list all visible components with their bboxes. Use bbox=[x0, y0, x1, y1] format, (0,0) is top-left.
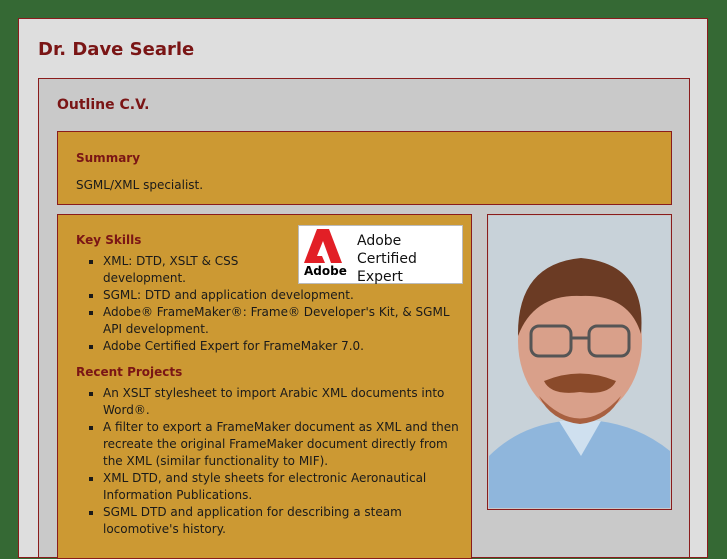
site-title: Dr. Dave Searle bbox=[38, 39, 195, 60]
outline-section: Outline C.V. Summary SGML/XML specialist… bbox=[38, 78, 690, 559]
skill-item: XML: DTD, XSLT & CSS development. bbox=[103, 253, 253, 287]
outline-title: Outline C.V. bbox=[57, 97, 150, 113]
project-item: SGML DTD and application for describing … bbox=[103, 504, 461, 538]
skill-item: SGML: DTD and application development. bbox=[103, 287, 461, 304]
projects-list: An XSLT stylesheet to import Arabic XML … bbox=[76, 385, 461, 538]
project-item: XML DTD, and style sheets for electronic… bbox=[103, 470, 461, 504]
skills-heading: Key Skills bbox=[76, 233, 142, 247]
skills-box: Adobe Adobe Certified Expert Key Skills … bbox=[57, 214, 472, 559]
skills-list: XML: DTD, XSLT & CSS development. SGML: … bbox=[76, 253, 461, 355]
project-item: A filter to export a FrameMaker document… bbox=[103, 419, 461, 470]
skills-content: Key Skills XML: DTD, XSLT & CSS developm… bbox=[76, 233, 461, 538]
skill-item: Adobe Certified Expert for FrameMaker 7.… bbox=[103, 338, 461, 355]
summary-box: Summary SGML/XML specialist. bbox=[57, 131, 672, 205]
portrait-photo bbox=[489, 216, 670, 508]
summary-heading: Summary bbox=[76, 151, 141, 165]
projects-heading: Recent Projects bbox=[76, 365, 183, 379]
summary-text: SGML/XML specialist. bbox=[76, 178, 204, 192]
project-item: An XSLT stylesheet to import Arabic XML … bbox=[103, 385, 461, 419]
photo-frame bbox=[487, 214, 672, 510]
page-container: Dr. Dave Searle Outline C.V. Summary SGM… bbox=[18, 18, 708, 559]
skill-item: Adobe® FrameMaker®: Frame® Developer's K… bbox=[103, 304, 461, 338]
